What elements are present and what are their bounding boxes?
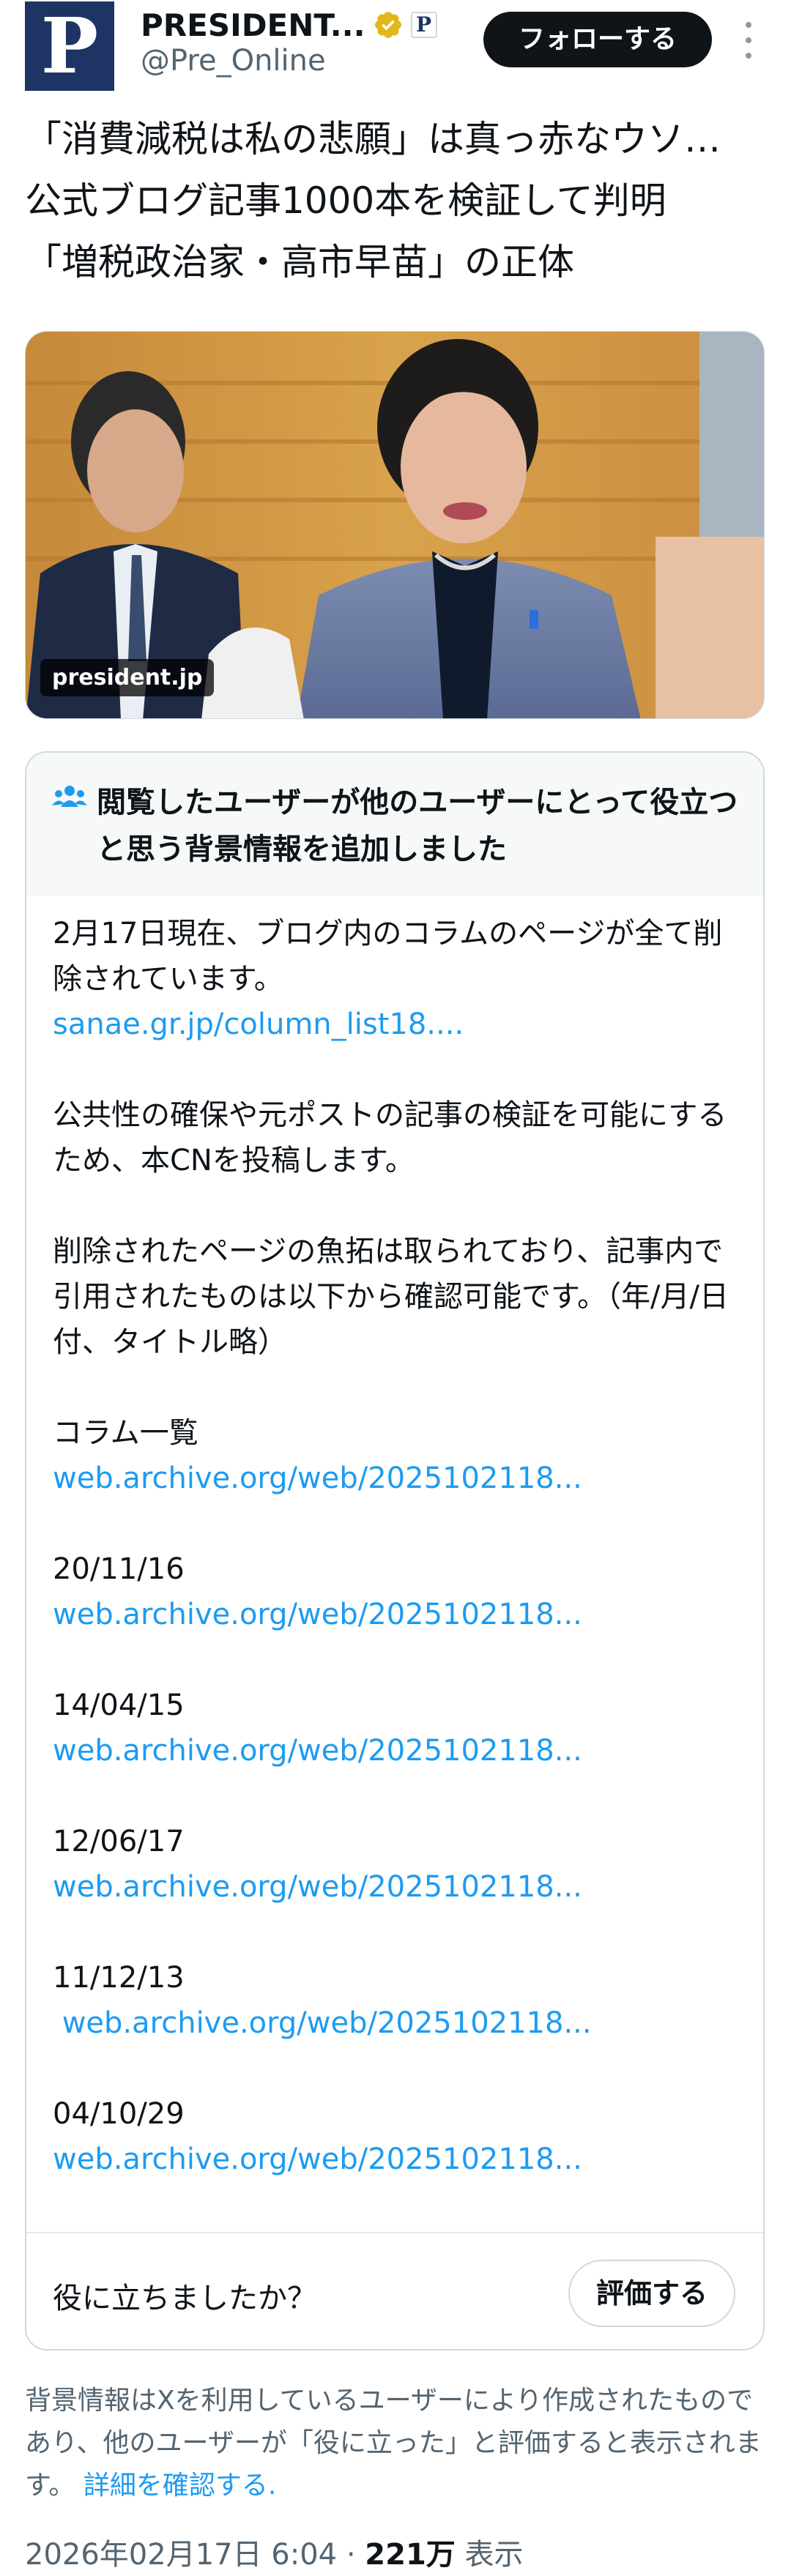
affiliate-badge[interactable]: P	[410, 12, 437, 38]
community-note-footer: 役に立ちましたか？ 評価する	[26, 2232, 763, 2349]
post-text-line: 公式ブログ記事1000本を検証して判明	[25, 179, 666, 222]
views-count: 221万	[365, 2538, 456, 2572]
helpful-question: 役に立ちましたか？	[53, 2282, 316, 2315]
archive-entry-label: 14/04/15	[53, 1689, 185, 1722]
author-handle[interactable]: @Pre_Online	[141, 44, 326, 78]
archive-entry: 20/11/16 web.archive.org/web/2025102118.…	[53, 1546, 741, 1637]
post-text: 「消費減税は私の悲願」は真っ赤なウソ… 公式ブログ記事1000本を検証して判明 …	[25, 108, 765, 293]
archive-entry-label: 11/12/13	[53, 1961, 185, 1995]
archive-link[interactable]: web.archive.org/web/2025102118...	[53, 1592, 741, 1637]
post-header: P PRESIDENT... P @Pre_Online フォローする	[0, 0, 791, 95]
media-domain-label: president.jp	[40, 659, 215, 696]
archive-entry: コラム一覧 web.archive.org/web/2025102118...	[53, 1410, 741, 1501]
learn-more-link[interactable]: 詳細を確認する.	[83, 2471, 276, 2501]
archive-entry-label: 12/06/17	[53, 1825, 185, 1858]
people-icon	[52, 786, 87, 807]
community-note: 閲覧したユーザーが他のユーザーにとって役立つと思う背景情報を追加しました 2月1…	[25, 751, 765, 2350]
display-name[interactable]: PRESIDENT...	[141, 7, 365, 43]
author-name-row: PRESIDENT... P	[141, 4, 437, 45]
archive-entry-label: コラム一覧	[53, 1416, 198, 1450]
avatar[interactable]: P	[25, 1, 114, 91]
note-paragraph: 削除されたページの魚拓は取られており、記事内で引用されたものは以下から確認可能で…	[53, 1235, 729, 1359]
views-label: 表示	[464, 2538, 524, 2572]
follow-button[interactable]: フォローする	[483, 12, 712, 67]
post-timestamp[interactable]: 2026年02月17日 6:04	[25, 2538, 337, 2572]
archive-link[interactable]: web.archive.org/web/2025102118...	[53, 1728, 741, 1773]
verified-badge-icon	[374, 12, 401, 38]
note-disclaimer: 背景情報はXを利用しているユーザーにより作成されたものであり、他のユーザーが「役…	[25, 2380, 765, 2507]
note-text: 2月17日現在、ブログ内のコラムのページが全て削除されています。	[53, 917, 723, 996]
media-card[interactable]: president.jp	[25, 331, 765, 719]
archive-link[interactable]: web.archive.org/web/2025102118...	[53, 1456, 741, 1501]
meta-separator: ·	[346, 2538, 356, 2572]
archive-entry: 12/06/17 web.archive.org/web/2025102118.…	[53, 1819, 741, 1910]
community-note-header: 閲覧したユーザーが他のユーザーにとって役立つと思う背景情報を追加しました	[26, 753, 763, 896]
archive-entry-label: 04/10/29	[53, 2097, 185, 2131]
rate-button[interactable]: 評価する	[568, 2260, 735, 2327]
post-text-line: 「増税政治家・高市早苗」の正体	[25, 241, 574, 283]
more-options-icon[interactable]	[738, 22, 759, 59]
community-note-title: 閲覧したユーザーが他のユーザーにとって役立つと思う背景情報を追加しました	[97, 786, 738, 866]
note-link[interactable]: sanae.gr.jp/column_list18....	[53, 1002, 741, 1047]
archive-link[interactable]: web.archive.org/web/2025102118...	[53, 2000, 741, 2046]
note-paragraph: 公共性の確保や元ポストの記事の検証を可能にするため、本CNを投稿します。	[53, 1098, 727, 1177]
archive-entry: 11/12/13 web.archive.org/web/2025102118.…	[53, 1955, 741, 2046]
archive-entry: 14/04/15 web.archive.org/web/2025102118.…	[53, 1683, 741, 1773]
archive-link[interactable]: web.archive.org/web/2025102118...	[53, 2137, 741, 2182]
community-note-body: 2月17日現在、ブログ内のコラムのページが全て削除されています。 sanae.g…	[53, 911, 741, 2227]
note-paragraph: 2月17日現在、ブログ内のコラムのページが全て削除されています。 sanae.g…	[53, 911, 741, 1047]
post-text-line: 「消費減税は私の悲願」は真っ赤なウソ…	[25, 118, 721, 160]
archive-entry-label: 20/11/16	[53, 1552, 185, 1586]
post-meta: 2026年02月17日 6:04 · 221万 表示	[25, 2531, 524, 2573]
archive-link[interactable]: web.archive.org/web/2025102118...	[53, 1864, 741, 1910]
archive-entry: 04/10/29 web.archive.org/web/2025102118.…	[53, 2091, 741, 2182]
